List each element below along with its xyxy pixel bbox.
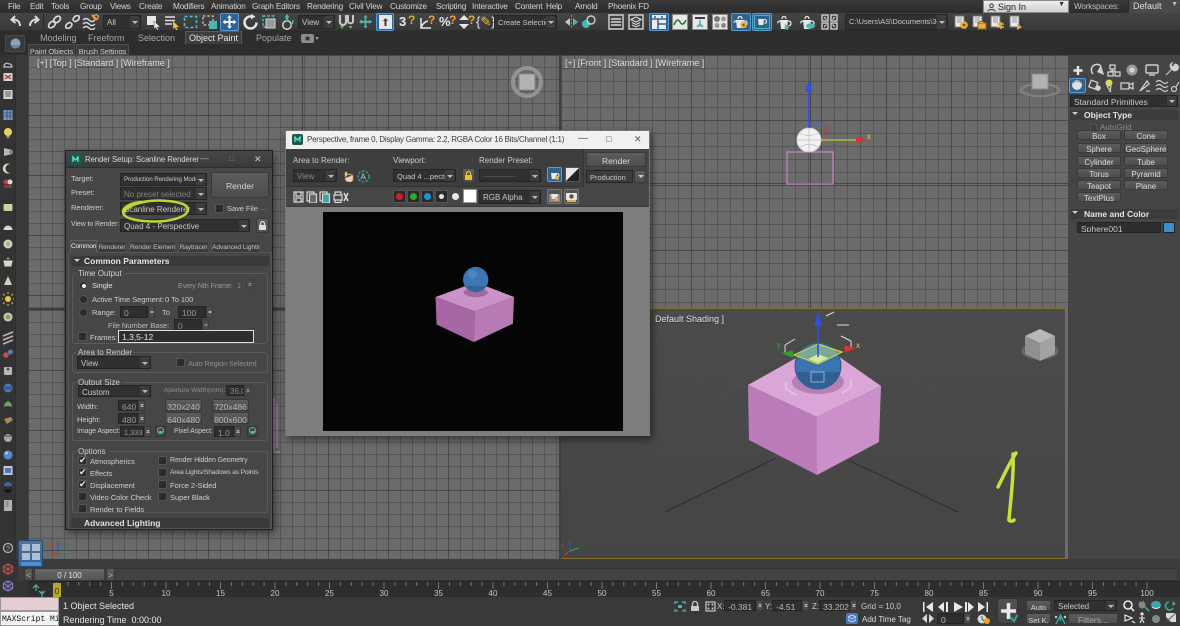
svg-text:x: x: [561, 543, 564, 549]
svg-text:x: x: [867, 132, 871, 141]
svg-text:x: x: [856, 341, 860, 350]
svg-text:0: 0: [55, 587, 60, 596]
svg-text:?: ?: [6, 546, 10, 553]
svg-text:Y: Y: [776, 342, 782, 351]
svg-text:A: A: [361, 173, 367, 182]
svg-text:x: x: [50, 541, 53, 547]
